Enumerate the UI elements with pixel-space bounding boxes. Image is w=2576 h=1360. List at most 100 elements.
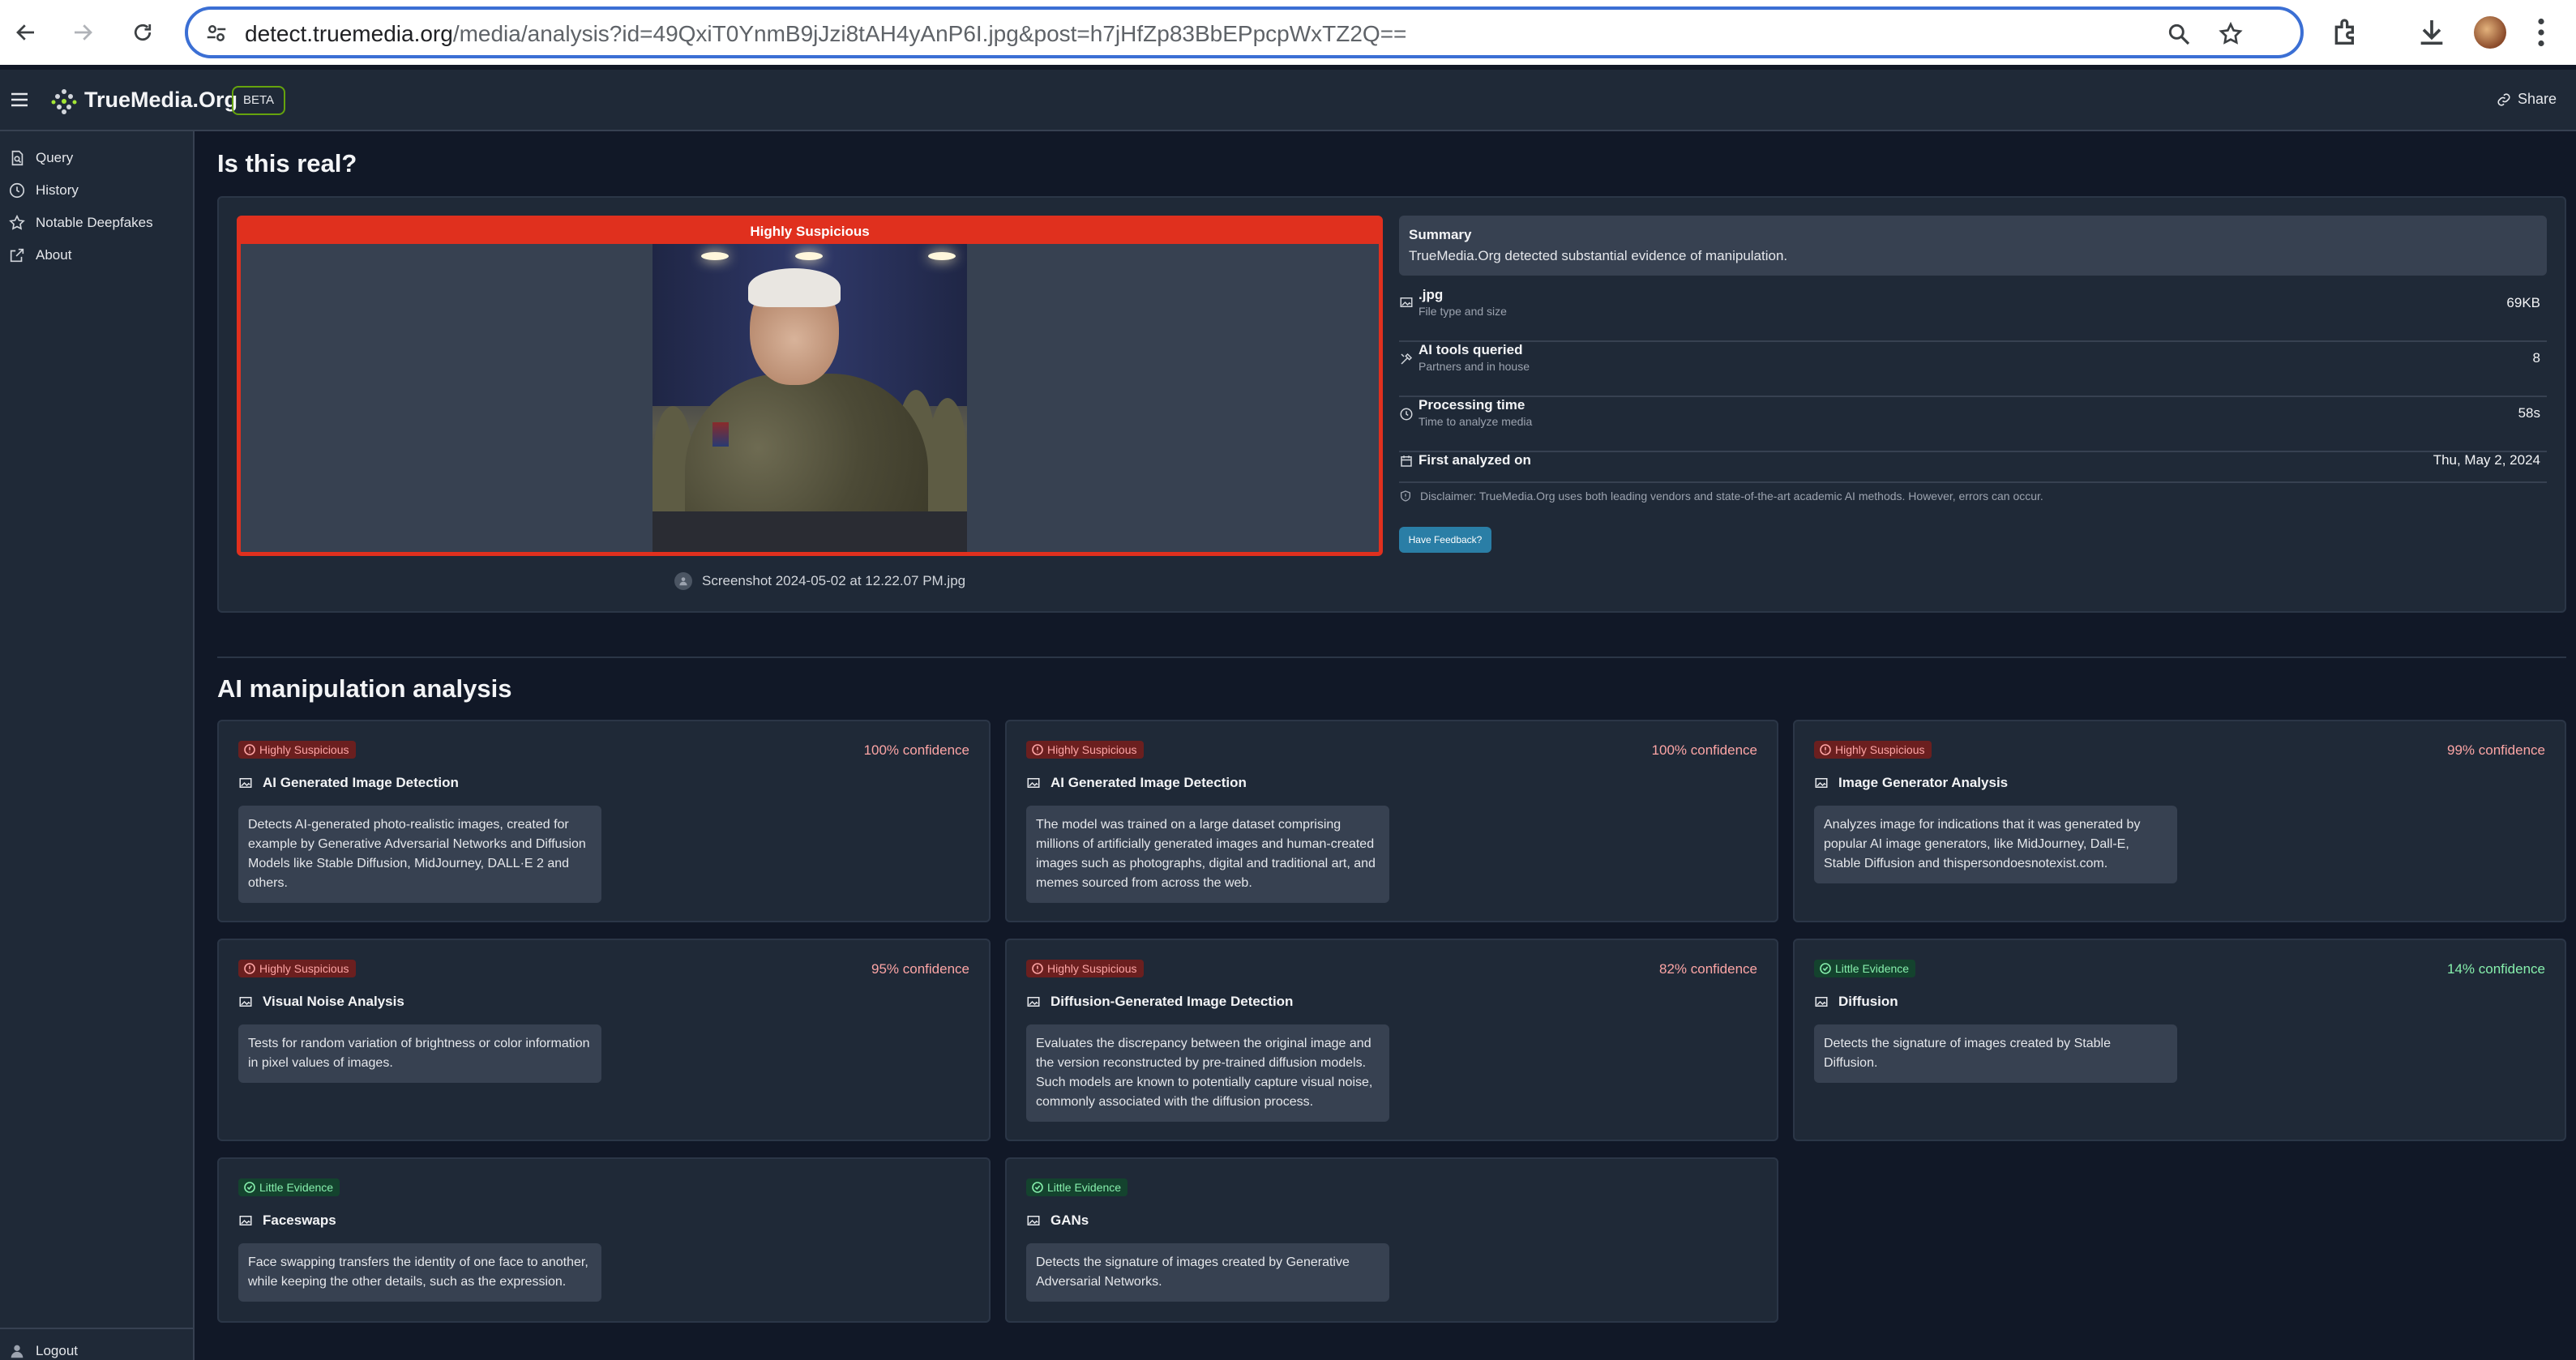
- sidebar-item-history[interactable]: History: [8, 182, 79, 199]
- card-title-text: AI Generated Image Detection: [263, 775, 459, 790]
- confidence: 100% confidence: [1651, 742, 1757, 758]
- menu-icon[interactable]: [11, 92, 28, 107]
- analysis-card: Little Evidence GANs Detects the signatu…: [1005, 1157, 1778, 1323]
- user-icon: [674, 572, 692, 590]
- alert-icon: [244, 963, 255, 974]
- check-circle-icon: [1032, 1182, 1043, 1193]
- status-badge: Highly Suspicious: [238, 741, 356, 759]
- info-sub: Time to analyze media: [1419, 415, 1533, 428]
- reload-icon: [134, 24, 152, 41]
- disclaimer: Disclaimer: TrueMedia.Org uses both lead…: [1399, 490, 2043, 503]
- reload-button[interactable]: [122, 11, 164, 53]
- card-title-text: AI Generated Image Detection: [1051, 775, 1247, 790]
- card-title: GANs: [1026, 1212, 1089, 1229]
- alert-icon: [244, 744, 255, 755]
- image-icon: [239, 778, 252, 788]
- analysis-card: Highly Suspicious 95% confidence Visual …: [217, 939, 991, 1141]
- info-value: 58s: [2518, 405, 2540, 421]
- card-title-text: Visual Noise Analysis: [263, 994, 404, 1009]
- card-title-text: Faceswaps: [263, 1212, 336, 1228]
- brand-name[interactable]: TrueMedia.Org: [84, 88, 237, 113]
- logout-button[interactable]: Logout: [8, 1342, 78, 1360]
- info-processing-time: Processing time Time to analyze media 58…: [1399, 397, 2547, 452]
- image-icon: [1815, 997, 1828, 1007]
- info-file-type: .jpg File type and size 69KB: [1399, 287, 2547, 342]
- status-badge: Highly Suspicious: [1814, 741, 1932, 759]
- card-title: Diffusion-Generated Image Detection: [1026, 994, 1293, 1010]
- check-circle-icon: [244, 1182, 255, 1193]
- profile-avatar[interactable]: [2474, 16, 2506, 49]
- file-name: Screenshot 2024-05-02 at 12.22.07 PM.jpg: [674, 572, 965, 590]
- arrow-right-icon: [75, 24, 92, 41]
- card-title: Image Generator Analysis: [1814, 775, 2008, 791]
- status-badge: Highly Suspicious: [238, 960, 356, 977]
- status-badge: Little Evidence: [1026, 1178, 1128, 1196]
- clock-icon: [1400, 408, 1413, 421]
- forward-button[interactable]: [62, 11, 104, 53]
- confidence: 95% confidence: [871, 961, 969, 977]
- alert-icon: [1820, 744, 1831, 755]
- image-icon: [1400, 297, 1413, 307]
- sidebar-item-about[interactable]: About: [8, 246, 71, 264]
- status-text: Highly Suspicious: [259, 962, 349, 975]
- address-bar[interactable]: detect.truemedia.org/media/analysis?id=4…: [185, 6, 2304, 58]
- sidebar-divider: [0, 1328, 195, 1329]
- card-title: AI Generated Image Detection: [238, 775, 459, 791]
- browser-menu-icon[interactable]: [2537, 18, 2545, 47]
- link-icon: [2497, 92, 2510, 106]
- status-text: Highly Suspicious: [1047, 962, 1137, 975]
- status-text: Little Evidence: [1835, 962, 1910, 975]
- card-description: Face swapping transfers the identity of …: [238, 1243, 601, 1302]
- card-title: Visual Noise Analysis: [238, 994, 404, 1010]
- extensions-icon[interactable]: [2330, 16, 2362, 49]
- app-header: TrueMedia.Org BETA Share: [0, 70, 2576, 131]
- verdict-banner: Highly Suspicious: [241, 220, 1379, 244]
- url-text: detect.truemedia.org/media/analysis?id=4…: [245, 21, 1406, 47]
- truemedia-logo-icon[interactable]: [50, 88, 78, 115]
- status-text: Little Evidence: [259, 1181, 334, 1194]
- sidebar-item-label: Query: [36, 150, 74, 165]
- download-icon[interactable]: [2416, 16, 2448, 49]
- card-description: Evaluates the discrepancy between the or…: [1026, 1024, 1389, 1122]
- arrow-left-icon: [16, 24, 34, 41]
- zoom-icon[interactable]: [2166, 21, 2192, 47]
- card-description: Detects the signature of images created …: [1026, 1243, 1389, 1302]
- browser-toolbar: detect.truemedia.org/media/analysis?id=4…: [0, 0, 2576, 65]
- sidebar-item-label: History: [36, 182, 79, 198]
- status-badge: Highly Suspicious: [1026, 741, 1144, 759]
- card-title-text: Diffusion: [1838, 994, 1898, 1009]
- site-settings-icon[interactable]: [204, 21, 229, 45]
- status-badge: Highly Suspicious: [1026, 960, 1144, 977]
- back-button[interactable]: [5, 11, 47, 53]
- info-label: First analyzed on: [1419, 452, 1531, 468]
- status-text: Highly Suspicious: [1835, 743, 1925, 756]
- url-path: /media/analysis?id=49QxiT0YnmB9jJzi8tAH4…: [452, 21, 1407, 46]
- sidebar-item-notable-deepfakes[interactable]: Notable Deepfakes: [8, 214, 153, 232]
- logout-label: Logout: [36, 1343, 78, 1358]
- disclaimer-text: Disclaimer: TrueMedia.Org uses both lead…: [1420, 490, 2043, 503]
- history-icon: [9, 182, 25, 199]
- info-first-analyzed: First analyzed on Thu, May 2, 2024: [1399, 452, 2547, 483]
- info-label: Processing time: [1419, 397, 1525, 413]
- confidence: 100% confidence: [863, 742, 969, 758]
- share-button[interactable]: Share: [2497, 91, 2557, 108]
- url-host: detect.truemedia.org: [245, 21, 453, 46]
- card-title-text: GANs: [1051, 1212, 1089, 1228]
- card-description: The model was trained on a large dataset…: [1026, 806, 1389, 903]
- card-description: Detects the signature of images created …: [1814, 1024, 2177, 1083]
- sidebar-item-query[interactable]: Query: [8, 149, 73, 167]
- card-title: Diffusion: [1814, 994, 1898, 1010]
- confidence: 14% confidence: [2447, 961, 2545, 977]
- analysis-card: Highly Suspicious 82% confidence Diffusi…: [1005, 939, 1778, 1141]
- bookmark-star-icon[interactable]: [2218, 21, 2244, 47]
- analyzed-image[interactable]: [653, 244, 967, 552]
- status-badge: Little Evidence: [238, 1178, 340, 1196]
- feedback-button[interactable]: Have Feedback?: [1399, 527, 1491, 553]
- info-value: 69KB: [2506, 295, 2540, 310]
- info-value: 8: [2532, 350, 2540, 366]
- confidence: 82% confidence: [1659, 961, 1757, 977]
- card-title: AI Generated Image Detection: [1026, 775, 1247, 791]
- info-sub: File type and size: [1419, 305, 1507, 318]
- image-icon: [239, 1216, 252, 1225]
- alert-icon: [1032, 744, 1043, 755]
